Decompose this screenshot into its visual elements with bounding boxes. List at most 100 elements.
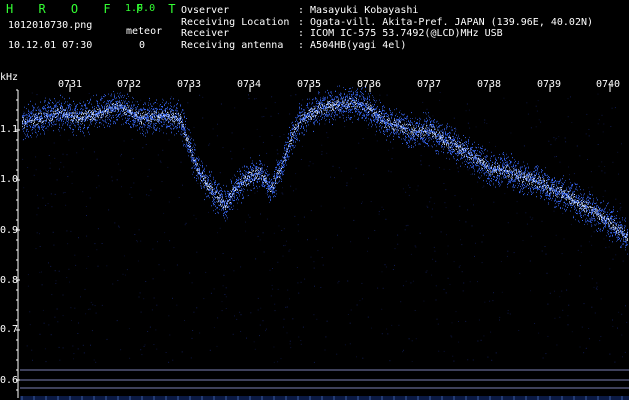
signal-pixel — [42, 126, 43, 128]
signal-pixel — [143, 117, 144, 119]
signal-pixel — [89, 133, 90, 135]
signal-pixel — [128, 101, 129, 102]
signal-pixel — [92, 112, 93, 114]
signal-pixel — [87, 119, 88, 121]
signal-pixel — [120, 113, 121, 115]
signal-pixel — [329, 110, 330, 112]
signal-pixel — [35, 113, 36, 115]
signal-pixel — [212, 186, 213, 188]
signal-pixel — [139, 128, 140, 130]
signal-pixel — [93, 95, 94, 97]
signal-pixel — [227, 199, 228, 201]
signal-pixel — [85, 119, 86, 121]
signal-pixel — [369, 113, 370, 115]
signal-pixel — [87, 116, 88, 118]
signal-pixel — [311, 115, 312, 117]
signal-pixel — [93, 118, 94, 120]
signal-pixel — [338, 97, 339, 99]
signal-pixel — [76, 119, 77, 121]
signal-pixel — [64, 117, 65, 119]
signal-pixel — [261, 171, 262, 173]
signal-pixel — [339, 94, 340, 96]
signal-pixel — [360, 91, 361, 93]
signal-pixel — [184, 136, 185, 138]
signal-pixel — [136, 113, 137, 115]
signal-pixel — [206, 196, 207, 198]
signal-pixel — [153, 109, 154, 111]
signal-pixel — [60, 110, 61, 111]
signal-pixel — [50, 118, 51, 120]
signal-pixel — [333, 99, 334, 101]
signal-pixel — [146, 114, 147, 116]
signal-pixel — [339, 116, 340, 118]
signal-pixel — [47, 111, 48, 113]
signal-pixel — [143, 107, 144, 109]
signal-pixel — [293, 147, 294, 149]
signal-pixel — [191, 160, 192, 162]
signal-pixel — [317, 110, 318, 111]
signal-pixel — [238, 185, 239, 187]
signal-pixel — [155, 129, 156, 131]
signal-pixel — [231, 181, 232, 182]
signal-pixel — [153, 131, 154, 133]
signal-pixel — [150, 120, 151, 122]
signal-pixel — [312, 99, 313, 101]
signal-pixel — [314, 123, 315, 125]
signal-pixel — [151, 122, 152, 124]
signal-pixel — [314, 118, 315, 120]
signal-pixel — [286, 151, 287, 153]
signal-pixel — [106, 122, 107, 124]
signal-pixel — [44, 114, 45, 116]
signal-pixel — [23, 114, 24, 116]
signal-pixel — [303, 109, 304, 110]
signal-pixel — [81, 105, 82, 107]
signal-pixel — [247, 179, 248, 181]
signal-pixel — [187, 148, 188, 150]
signal-pixel — [161, 125, 162, 127]
signal-pixel — [102, 116, 103, 118]
signal-pixel — [154, 119, 155, 121]
signal-pixel — [128, 109, 129, 111]
signal-pixel — [181, 121, 182, 122]
signal-pixel — [136, 116, 137, 118]
signal-pixel — [299, 103, 300, 105]
signal-pixel — [144, 114, 145, 116]
signal-pixel — [45, 115, 46, 116]
signal-pixel — [186, 140, 187, 142]
signal-pixel — [172, 124, 173, 126]
signal-pixel — [349, 91, 350, 92]
signal-pixel — [282, 160, 283, 162]
signal-pixel — [317, 99, 318, 101]
signal-pixel — [194, 147, 195, 149]
signal-pixel — [310, 120, 311, 122]
signal-pixel — [298, 115, 299, 117]
signal-pixel — [274, 171, 275, 172]
signal-pixel — [259, 174, 260, 175]
signal-pixel — [337, 106, 338, 108]
signal-pixel — [323, 103, 324, 105]
signal-pixel — [362, 103, 363, 105]
signal-pixel — [127, 119, 128, 121]
signal-pixel — [156, 123, 157, 124]
signal-pixel — [140, 126, 141, 128]
signal-pixel — [56, 119, 57, 121]
signal-pixel — [213, 178, 214, 180]
signal-pixel — [367, 97, 368, 99]
signal-pixel — [198, 170, 199, 172]
signal-pixel — [283, 163, 284, 165]
signal-pixel — [90, 99, 91, 101]
signal-pixel — [43, 121, 44, 123]
signal-pixel — [311, 103, 312, 105]
signal-pixel — [28, 115, 29, 117]
signal-pixel — [366, 104, 367, 106]
signal-pixel — [101, 117, 102, 119]
signal-pixel — [349, 107, 350, 108]
signal-pixel — [31, 111, 32, 113]
signal-pixel — [300, 128, 301, 129]
signal-pixel — [75, 125, 76, 127]
signal-pixel — [146, 119, 147, 121]
signal-pixel — [350, 108, 351, 110]
signal-pixel — [263, 171, 264, 173]
signal-pixel — [121, 106, 122, 108]
signal-pixel — [225, 195, 226, 197]
